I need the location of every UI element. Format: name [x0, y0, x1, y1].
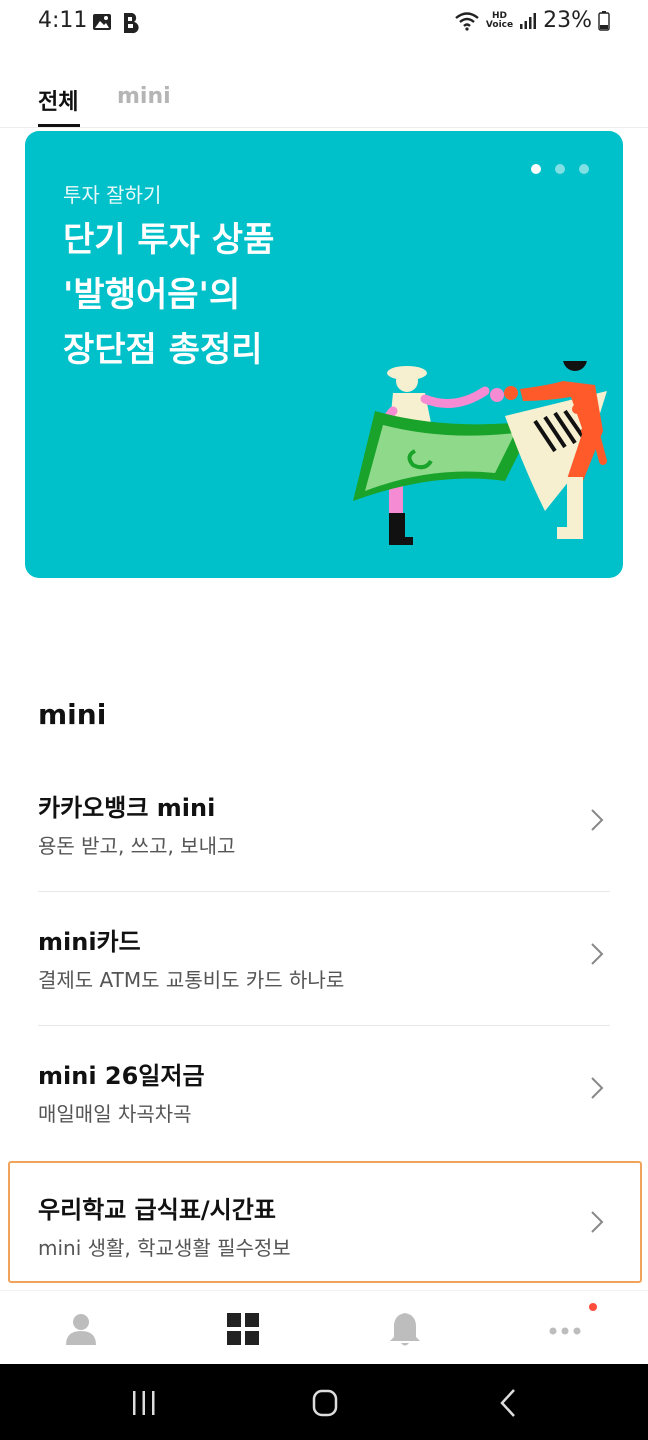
promo-banner[interactable]: 투자 잘하기 단기 투자 상품 '발행어음'의 장단점 총정리 — [25, 131, 623, 578]
tab-all[interactable]: 전체 — [38, 84, 78, 116]
banner-title: 단기 투자 상품 '발행어음'의 장단점 총정리 — [63, 213, 274, 378]
wifi-icon — [455, 11, 479, 31]
battery-percent: 23% — [543, 8, 592, 33]
bottom-navigation — [0, 1290, 648, 1364]
back-icon[interactable] — [488, 1386, 528, 1420]
chevron-right-icon — [591, 809, 604, 831]
banner-title-line: 단기 투자 상품 — [63, 220, 275, 260]
list-item-kakaobank-mini[interactable]: 카카오뱅크 mini 용돈 받고, 쓰고, 보내고 — [38, 788, 610, 922]
investment-illustration — [353, 361, 607, 545]
list-item-subtitle: 용돈 받고, 쓰고, 보내고 — [38, 834, 236, 858]
app-b-icon — [124, 13, 139, 34]
recents-icon[interactable] — [124, 1386, 164, 1420]
status-time: 4:11 — [38, 8, 88, 33]
list-item-mini-card[interactable]: mini카드 결제도 ATM도 교통비도 카드 하나로 — [38, 922, 610, 1056]
voice-label: Voice — [485, 19, 514, 30]
status-right-icons: HD Voice 23% — [454, 8, 610, 33]
selection-highlight — [8, 1161, 642, 1283]
banner-dot[interactable] — [555, 164, 565, 174]
banner-category: 투자 잘하기 — [63, 183, 162, 207]
divider — [38, 891, 610, 892]
banner-title-line: '발행어음'의 — [63, 275, 241, 315]
system-navigation-bar — [0, 1364, 648, 1440]
signal-icon — [520, 12, 537, 29]
home-icon[interactable] — [305, 1386, 345, 1420]
battery-icon — [598, 10, 610, 31]
banner-title-line: 장단점 총정리 — [63, 330, 263, 370]
banner-dot[interactable] — [579, 164, 589, 174]
list-item-subtitle: 결제도 ATM도 교통비도 카드 하나로 — [38, 968, 345, 992]
chevron-right-icon — [591, 943, 604, 965]
list-item-title: mini 26일저금 — [38, 1062, 205, 1090]
list-item-subtitle: 매일매일 차곡차곡 — [38, 1102, 192, 1126]
banner-dot[interactable] — [531, 164, 541, 174]
gallery-icon — [93, 14, 111, 30]
list-item-title: mini카드 — [38, 928, 141, 956]
tab-mini[interactable]: mini — [117, 84, 171, 109]
hd-voice-indicator: HD Voice — [485, 11, 514, 30]
grid-icon[interactable] — [223, 1309, 263, 1349]
more-icon[interactable] — [547, 1309, 587, 1349]
chevron-right-icon — [591, 1077, 604, 1099]
top-tabs: 전체 mini — [0, 66, 648, 128]
divider — [38, 1025, 610, 1026]
list-item-title: 카카오뱅크 mini — [38, 794, 216, 822]
section-title: mini — [38, 698, 107, 731]
status-left-icons — [92, 12, 140, 34]
status-bar: 4:11 HD Voice 23% — [0, 0, 648, 48]
notification-dot — [589, 1303, 597, 1311]
active-tab-indicator — [38, 124, 80, 127]
bell-icon[interactable] — [385, 1309, 425, 1349]
person-icon[interactable] — [61, 1309, 101, 1349]
banner-page-indicator — [531, 164, 589, 174]
